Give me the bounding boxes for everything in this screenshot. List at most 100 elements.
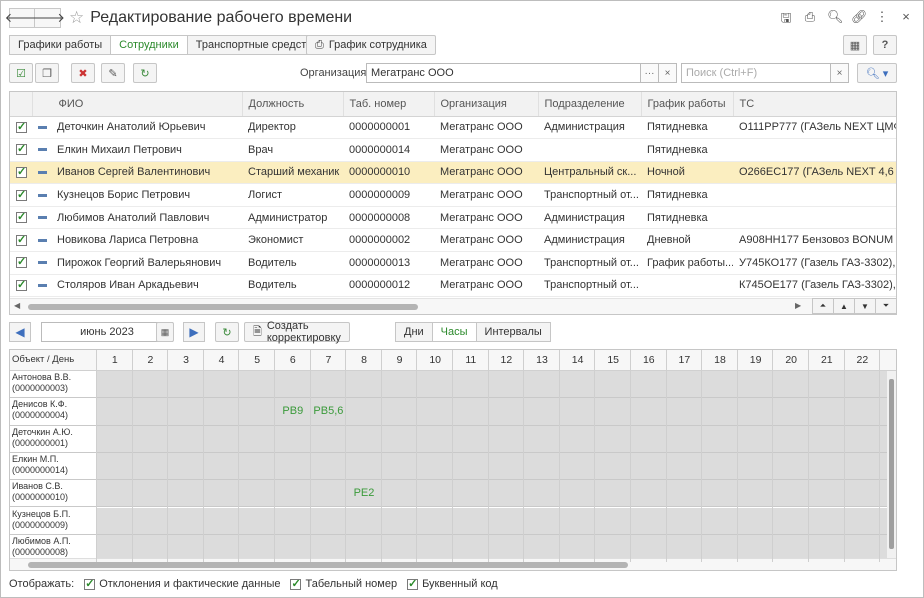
row-checkbox[interactable] (10, 274, 32, 298)
calendar-employee[interactable]: Деточкин А.Ю. (0000000001) (12, 427, 96, 449)
checkbox[interactable] (290, 577, 302, 590)
close-icon[interactable]: × (899, 9, 913, 31)
checkbox[interactable] (16, 210, 27, 224)
col-department[interactable]: Подразделение (538, 92, 642, 117)
prev-row-icon[interactable]: ▲ (833, 298, 854, 314)
checkbox[interactable] (16, 188, 27, 201)
search-button[interactable]: 🔍︎ ▾ (857, 63, 897, 83)
help-button[interactable]: ? (873, 35, 897, 55)
row-checkbox[interactable] (10, 138, 32, 162)
select-all-button[interactable]: ☑ (9, 63, 33, 83)
checkbox[interactable] (84, 577, 96, 590)
organization-dropdown[interactable]: ··· (641, 63, 659, 83)
col-position[interactable]: Должность (242, 92, 344, 117)
delete-button[interactable]: ✖ (71, 63, 95, 83)
tab-schedules[interactable]: Графики работы (9, 35, 112, 55)
checkbox[interactable] (16, 120, 27, 133)
row-checkbox[interactable] (10, 251, 32, 275)
refresh-calendar-button[interactable]: ↻ (215, 322, 239, 342)
col-name[interactable]: ФИО (32, 92, 243, 117)
forward-button[interactable]: 🡒 (30, 8, 65, 28)
checkbox[interactable] (16, 255, 27, 269)
row-checkbox[interactable] (10, 183, 32, 207)
search-input[interactable]: Поиск (Ctrl+F) (681, 63, 831, 83)
row-checkbox[interactable] (10, 116, 32, 140)
ellipsis-icon: ··· (644, 67, 655, 79)
calendar-employee[interactable]: Антонова В.В. (0000000003) (12, 372, 96, 394)
print-icon[interactable]: ⎙ (803, 9, 817, 31)
last-row-icon[interactable]: ⏷ (875, 298, 896, 314)
deviation-mark[interactable]: РВ5,6 (311, 405, 347, 417)
table-row[interactable]: Пирожок Георгий Валерьянович Водитель0000… (10, 251, 896, 275)
checkbox[interactable] (407, 577, 419, 590)
row-checkbox[interactable] (10, 228, 32, 253)
checkbox[interactable] (16, 142, 27, 156)
col-organization[interactable]: Организация (434, 92, 539, 117)
calendar-vscrollbar[interactable] (887, 371, 896, 558)
table-hscrollbar[interactable]: ◀ ▶ (10, 298, 896, 314)
next-month-button[interactable]: ▶ (183, 322, 205, 342)
scroll-right-icon[interactable]: ▶ (795, 301, 801, 310)
tab-employees[interactable]: Сотрудники (111, 35, 188, 55)
col-vehicle[interactable]: ТС (733, 92, 896, 117)
table-row[interactable]: Любимов Анатолий Павлович Администратор00… (10, 206, 896, 230)
calendar-employee[interactable]: Любимов А.П. (0000000008) (12, 536, 96, 558)
table-hscroll-thumb[interactable] (28, 304, 418, 310)
col-schedule[interactable]: График работы (641, 92, 734, 117)
scroll-left-icon[interactable]: ◀ (14, 301, 20, 310)
month-field[interactable]: июнь 2023 (41, 322, 173, 342)
deviation-mark[interactable]: РЕ2 (346, 487, 382, 499)
copy-button[interactable]: ❐ (35, 63, 59, 83)
calendar-hscrollbar[interactable] (10, 558, 896, 570)
calendar-employee[interactable]: Денисов К.Ф. (0000000004) (12, 399, 96, 421)
star-icon[interactable]: ☆ (69, 8, 84, 28)
calendar-cells[interactable] (97, 480, 887, 507)
employee-schedule-button[interactable]: ⎙ График сотрудника (306, 35, 436, 55)
col-tabnum[interactable]: Таб. номер (343, 92, 435, 117)
day-header: 3 (183, 354, 189, 366)
refresh-button[interactable]: ↻ (133, 63, 157, 83)
table-row[interactable]: Кузнецов Борис Петрович Логист0000000009М… (10, 183, 896, 207)
prev-month-button[interactable]: ◀ (9, 322, 31, 342)
calendar-employee[interactable]: Кузнецов Б.П. (0000000009) (12, 509, 96, 531)
checkbox[interactable] (16, 278, 27, 292)
calendar-picker-button[interactable]: ▦ (156, 322, 174, 342)
next-row-icon[interactable]: ▼ (854, 298, 875, 314)
table-row[interactable]: Елкин Михаил Петрович Врач0000000014Мегат… (10, 138, 896, 162)
view-days[interactable]: Дни (395, 322, 433, 342)
option-deviations[interactable]: Отклонения и фактические данные (84, 577, 280, 590)
edit-button[interactable]: ✎ (101, 63, 125, 83)
row-checkbox[interactable] (10, 161, 32, 185)
row-checkbox[interactable] (10, 206, 32, 230)
view-intervals[interactable]: Интервалы (476, 322, 551, 342)
calendar-settings-button[interactable]: ▦ (843, 35, 867, 55)
option-tabnum[interactable]: Табельный номер (290, 577, 397, 590)
calendar-employee[interactable]: Елкин М.П. (0000000014) (12, 454, 96, 476)
table-row[interactable]: Иванов Сергей Валентинович Старший механи… (10, 161, 896, 185)
calendar-cells[interactable] (97, 425, 887, 452)
organization-clear[interactable]: × (659, 63, 677, 83)
table-row[interactable]: Деточкин Анатолий Юрьевич Директор0000000… (10, 116, 896, 140)
calendar-cells[interactable] (97, 398, 887, 425)
checkbox[interactable] (16, 233, 27, 246)
calendar-cells[interactable] (97, 452, 887, 480)
option-lettercode[interactable]: Буквенный код (407, 577, 498, 590)
checkbox[interactable] (16, 165, 27, 179)
view-hours[interactable]: Часы (432, 322, 477, 342)
calendar-employee[interactable]: Иванов С.В. (0000000010) (12, 481, 96, 503)
first-row-icon[interactable]: ⏶ (812, 298, 833, 314)
deviation-mark[interactable]: РВ9 (275, 405, 311, 417)
create-correction-button[interactable]: 🗎 Создать корректировку (244, 320, 350, 344)
organization-field[interactable]: Мегатранс ООО (366, 63, 641, 83)
calendar-cells[interactable] (97, 507, 887, 534)
link-icon[interactable]: 🔗︎ (851, 9, 868, 31)
calendar-hscroll-thumb[interactable] (28, 562, 628, 568)
table-row[interactable]: Новикова Лариса Петровна Экономист0000000… (10, 228, 896, 253)
calendar-vscroll-thumb[interactable] (889, 379, 894, 549)
save-icon[interactable]: 🖫 (779, 9, 793, 31)
table-row[interactable]: Столяров Иван Аркадьевич Водитель00000000… (10, 274, 896, 298)
calendar-cells[interactable] (97, 371, 887, 398)
more-icon[interactable]: ⋮ (875, 9, 889, 31)
preview-icon[interactable]: 🔍︎ (827, 9, 844, 31)
search-clear[interactable]: × (831, 63, 849, 83)
